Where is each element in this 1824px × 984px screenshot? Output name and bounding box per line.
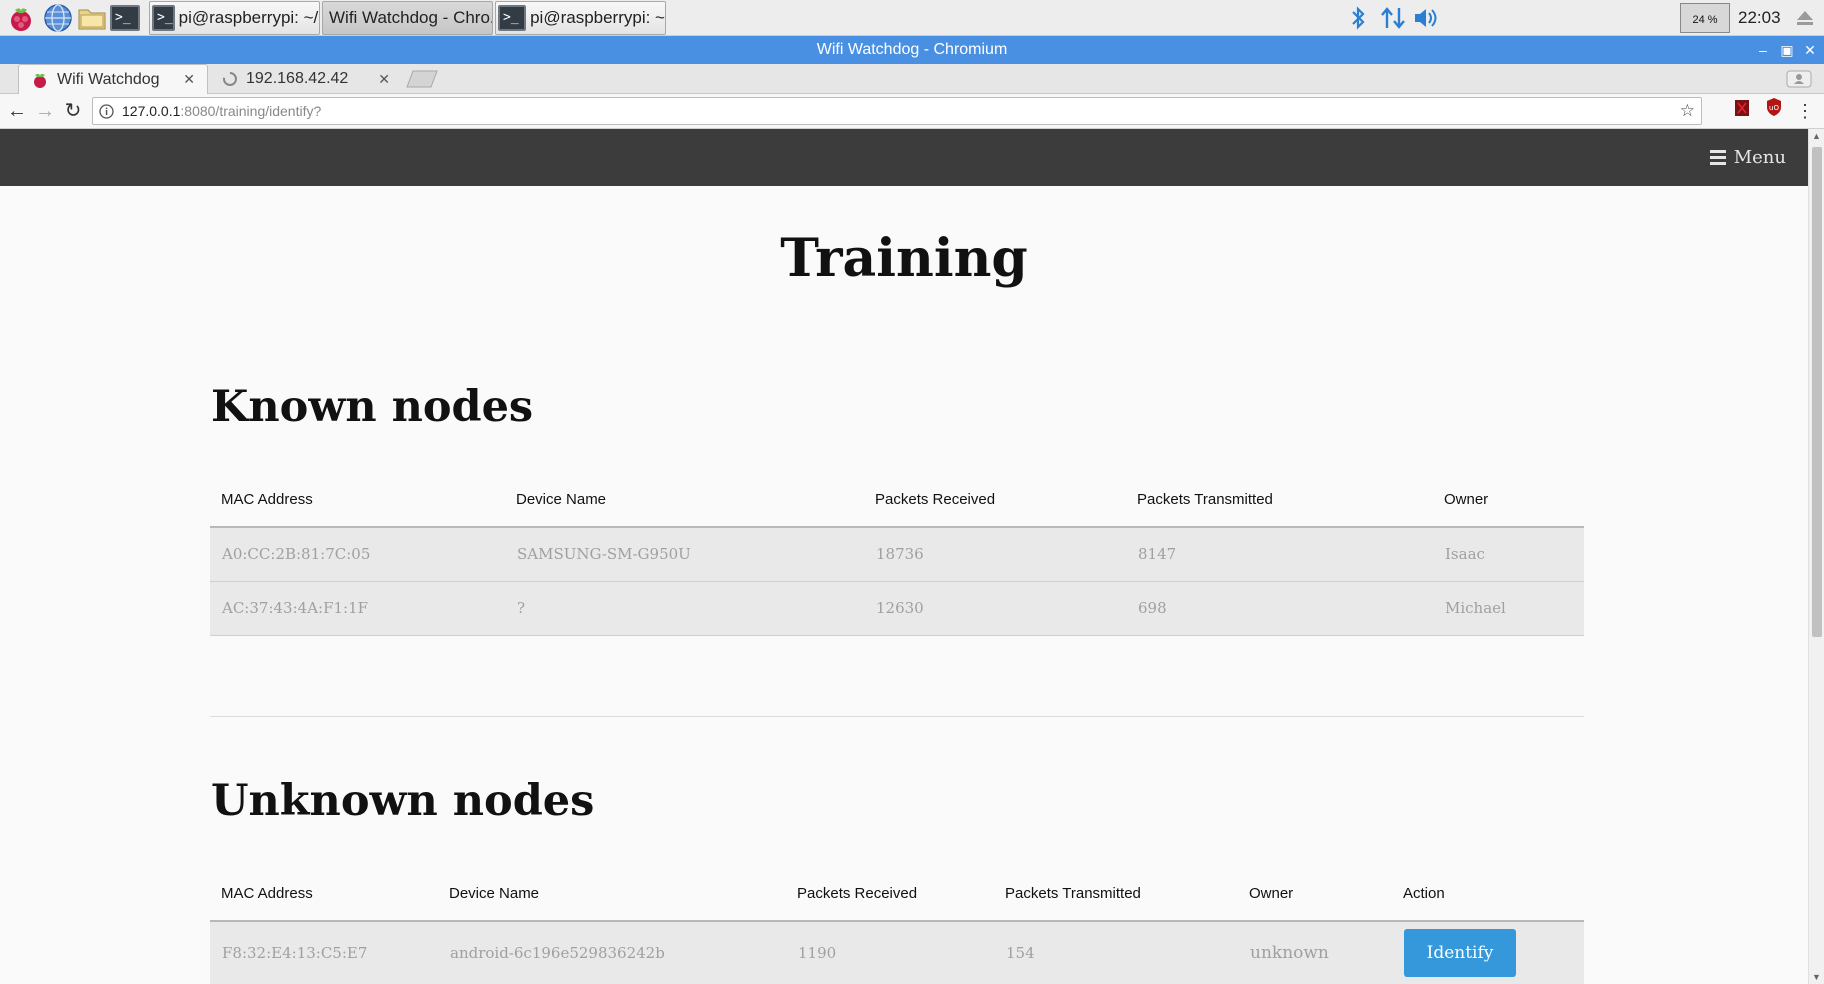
packets-transmitted-cell: 698 (1126, 581, 1433, 636)
tab-192-168-42-42[interactable]: 192.168.42.42 ✕ (212, 64, 402, 94)
ublock-origin-icon[interactable]: uO (1761, 94, 1787, 129)
unknown-nodes-table: MAC Address Device Name Packets Received… (210, 866, 1584, 984)
window-title: Wifi Watchdog - Chromium (816, 41, 1008, 58)
terminal-icon: >_ (498, 5, 527, 31)
reload-icon[interactable]: ↻ (60, 94, 86, 129)
profile-icon[interactable] (1786, 64, 1816, 94)
bluetooth-icon[interactable] (1349, 0, 1367, 36)
column-header: Packets Received (864, 472, 1126, 528)
minimize-icon[interactable]: – (1752, 36, 1774, 64)
terminal-icon: >_ (152, 5, 175, 31)
tab-label: 192.168.42.42 (246, 70, 349, 87)
raspberry-favicon (34, 73, 46, 88)
table-header-row: MAC Address Device Name Packets Received… (210, 472, 1584, 528)
identify-button[interactable]: Identify (1404, 929, 1516, 978)
table-row: A0:CC:2B:81:7C:05 SAMSUNG-SM-G950U 18736… (210, 527, 1584, 582)
column-header: Packets Transmitted (1126, 472, 1433, 528)
taskbar: >_ >_ pi@raspberrypi: ~/De... Wifi Watch… (0, 0, 1824, 36)
loading-favicon (223, 72, 237, 86)
task-terminal-home[interactable]: >_ pi@raspberrypi: ~ (495, 1, 666, 35)
svg-text:uO: uO (1769, 104, 1779, 112)
scroll-down-icon[interactable]: ▼ (1812, 972, 1821, 982)
bookmark-star-icon[interactable]: ☆ (1680, 101, 1695, 121)
site-header: Menu (0, 129, 1808, 186)
info-icon[interactable] (99, 103, 114, 119)
close-tab-icon[interactable]: ✕ (183, 71, 195, 88)
task-label: pi@raspberrypi: ~/De... (178, 8, 319, 27)
forward-icon[interactable]: → (32, 94, 58, 129)
back-icon[interactable]: ← (4, 94, 30, 129)
browser-toolbar: ← → ↻ 127.0.0.1:8080/training/identify? … (0, 94, 1824, 129)
device-name-cell: android-6c196e529836242b (438, 921, 786, 984)
url-path: :8080/training/identify? (180, 103, 322, 119)
menu-label: Menu (1733, 147, 1786, 168)
file-manager-icon[interactable] (76, 2, 108, 34)
device-name-cell: ? (505, 581, 864, 636)
page-viewport: Menu Training Known nodes MAC Address De… (0, 129, 1808, 984)
owner-cell: Michael (1433, 581, 1584, 636)
extension-red-icon[interactable] (1729, 94, 1755, 129)
network-icon[interactable] (1380, 0, 1406, 36)
section-divider (210, 716, 1584, 717)
hamburger-icon (1709, 147, 1726, 168)
address-bar[interactable]: 127.0.0.1:8080/training/identify? ☆ (92, 97, 1702, 125)
browser-menu-icon[interactable]: ⋮ (1792, 94, 1818, 129)
column-header: MAC Address (210, 472, 505, 528)
column-header: Owner (1433, 472, 1584, 528)
mac-address-cell: F8:32:E4:13:C5:E7 (210, 921, 438, 984)
column-header: Packets Transmitted (994, 866, 1238, 922)
window-titlebar: Wifi Watchdog - Chromium – ▣ ✕ (0, 36, 1824, 64)
packets-transmitted-cell: 154 (994, 921, 1238, 984)
scroll-up-icon[interactable]: ▲ (1812, 131, 1821, 141)
packets-received-cell: 12630 (864, 581, 1126, 636)
url-host: 127.0.0.1 (122, 103, 181, 119)
table-row: F8:32:E4:13:C5:E7 android-6c196e52983624… (210, 921, 1584, 984)
table-header-row: MAC Address Device Name Packets Received… (210, 866, 1584, 922)
column-header: Device Name (438, 866, 786, 922)
page-title: Training (780, 228, 1028, 289)
known-nodes-title: Known nodes (211, 382, 534, 432)
action-cell: Identify (1392, 921, 1584, 984)
packets-received-cell: 18736 (864, 527, 1126, 582)
table-row: AC:37:43:4A:F1:1F ? 12630 698 Michael (210, 581, 1584, 636)
owner-cell: Isaac (1433, 527, 1584, 582)
clock[interactable]: 22:03 (1738, 0, 1781, 36)
device-name-cell: SAMSUNG-SM-G950U (505, 527, 864, 582)
tab-strip: Wifi Watchdog ✕ 192.168.42.42 ✕ (0, 64, 1824, 94)
cpu-monitor: 24 % (1680, 3, 1730, 33)
tab-label: Wifi Watchdog (57, 70, 160, 88)
scroll-thumb[interactable] (1812, 147, 1822, 637)
task-terminal-desktop[interactable]: >_ pi@raspberrypi: ~/De... (149, 1, 320, 35)
page-scrollbar[interactable]: ▲ ▼ (1808, 129, 1824, 984)
unknown-nodes-title: Unknown nodes (211, 776, 595, 826)
column-header: Owner (1238, 866, 1392, 922)
close-tab-icon[interactable]: ✕ (378, 71, 390, 88)
packets-received-cell: 1190 (786, 921, 994, 984)
mac-address-cell: A0:CC:2B:81:7C:05 (210, 527, 505, 582)
task-label: pi@raspberrypi: ~ (530, 8, 665, 27)
known-nodes-table: MAC Address Device Name Packets Received… (210, 472, 1584, 636)
mac-address-cell: AC:37:43:4A:F1:1F (210, 581, 505, 636)
column-header: Packets Received (786, 866, 994, 922)
new-tab-button[interactable] (405, 64, 439, 94)
tab-wifi-watchdog[interactable]: Wifi Watchdog ✕ (18, 64, 208, 94)
column-header: MAC Address (210, 866, 438, 922)
task-label: Wifi Watchdog - Chro... (329, 8, 493, 27)
terminal-launcher-icon[interactable]: >_ (110, 2, 142, 34)
raspberry-menu-icon[interactable] (5, 2, 37, 34)
maximize-icon[interactable]: ▣ (1776, 36, 1798, 64)
packets-transmitted-cell: 8147 (1126, 527, 1433, 582)
volume-icon[interactable] (1412, 0, 1440, 36)
eject-icon[interactable] (1795, 0, 1815, 36)
web-browser-icon[interactable] (42, 2, 74, 34)
owner-cell: unknown (1238, 921, 1392, 984)
menu-button[interactable]: Menu (1709, 129, 1786, 186)
column-header: Action (1392, 866, 1584, 922)
close-window-icon[interactable]: ✕ (1799, 36, 1821, 64)
task-chromium[interactable]: Wifi Watchdog - Chro... (322, 1, 493, 35)
column-header: Device Name (505, 472, 864, 528)
